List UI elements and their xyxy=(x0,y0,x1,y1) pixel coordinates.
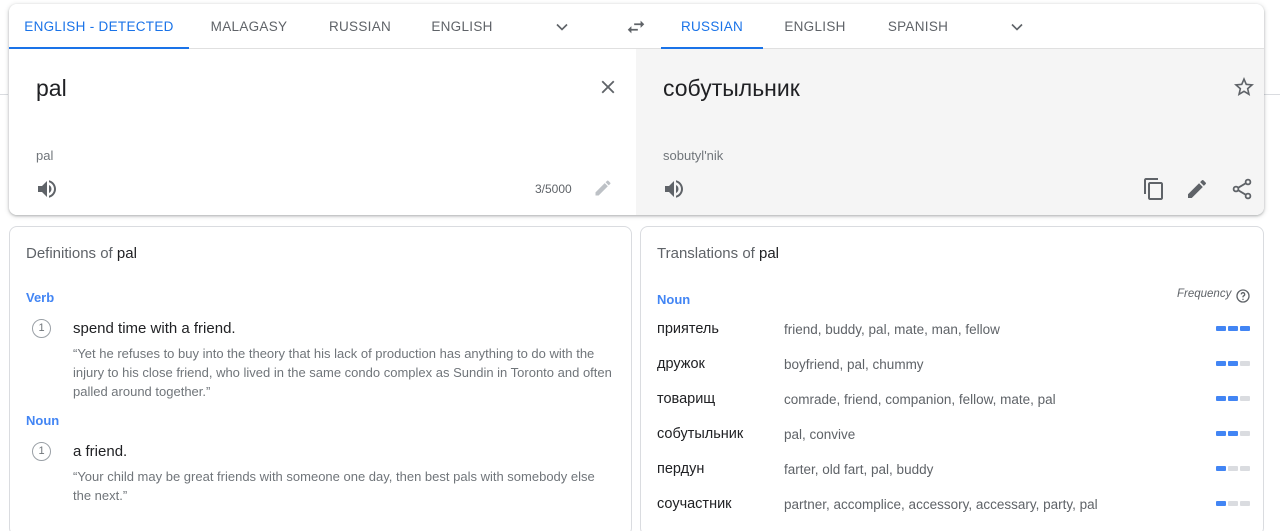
definition-example: “Your child may be great friends with so… xyxy=(73,469,595,503)
pos-label-verb: Verb xyxy=(26,290,55,305)
frequency-bar-segment xyxy=(1240,501,1250,506)
tab-target-russian[interactable]: RUSSIAN xyxy=(661,4,763,49)
chevron-down-icon[interactable] xyxy=(552,17,572,37)
tab-source-malagasy[interactable]: MALAGASY xyxy=(189,4,309,49)
translation-synonyms[interactable]: friend, buddy, pal, mate, man, fellow xyxy=(784,322,1000,337)
frequency-bar-segment xyxy=(1216,396,1226,401)
translation-word[interactable]: приятель xyxy=(657,321,719,337)
source-pane: pal pal 3/5000 xyxy=(9,49,636,215)
pencil-icon[interactable] xyxy=(593,178,613,198)
character-count: 3/5000 xyxy=(535,182,572,196)
frequency-bar-segment xyxy=(1228,326,1238,331)
close-icon[interactable] xyxy=(597,76,619,98)
star-outline-icon[interactable] xyxy=(1232,75,1256,99)
frequency-bar-segment xyxy=(1240,431,1250,436)
translation-row[interactable]: собутыльник pal, convive xyxy=(641,426,1263,461)
translation-synonyms[interactable]: farter, old fart, pal, buddy xyxy=(784,462,933,477)
translation-row[interactable]: товарищ comrade, friend, companion, fello… xyxy=(641,391,1263,426)
definitions-title-prefix: Definitions of xyxy=(26,245,113,262)
chevron-down-icon[interactable] xyxy=(1007,17,1027,37)
tab-target-english[interactable]: ENGLISH xyxy=(765,4,865,49)
target-transliteration: sobutyl'nik xyxy=(663,148,724,163)
translation-row[interactable]: соучастник partner, accomplice, accessory… xyxy=(641,496,1263,531)
tab-source-english[interactable]: ENGLISH xyxy=(412,4,512,49)
translation-card: ENGLISH - DETECTED MALAGASY RUSSIAN ENGL… xyxy=(9,4,1264,215)
volume-icon[interactable] xyxy=(35,177,59,201)
tab-source-english-detected[interactable]: ENGLISH - DETECTED xyxy=(9,4,189,49)
translation-word[interactable]: товарищ xyxy=(657,391,715,407)
swap-horiz-icon[interactable] xyxy=(625,16,647,38)
translations-word: pal xyxy=(759,245,780,262)
frequency-indicator xyxy=(1216,361,1252,367)
translations-title: Translations of pal xyxy=(657,245,779,262)
frequency-bar-segment xyxy=(1228,431,1238,436)
definition-example: “Yet he refuses to buy into the theory t… xyxy=(73,346,612,399)
translation-row[interactable]: пердун farter, old fart, pal, buddy xyxy=(641,461,1263,496)
volume-icon[interactable] xyxy=(662,177,686,201)
definitions-word: pal xyxy=(116,245,137,262)
translated-text: собутыльник xyxy=(663,75,800,101)
translation-synonyms[interactable]: partner, accomplice, accessory, accessar… xyxy=(784,497,1098,512)
translation-word[interactable]: соучастник xyxy=(657,496,732,512)
copy-icon[interactable] xyxy=(1142,177,1166,201)
frequency-bar-segment xyxy=(1216,361,1226,366)
translation-row[interactable]: дружок boyfriend, pal, chummy xyxy=(641,356,1263,391)
frequency-indicator xyxy=(1216,466,1252,472)
pos-label-noun: Noun xyxy=(657,292,691,307)
frequency-label: Frequency xyxy=(1177,288,1232,300)
frequency-bar-segment xyxy=(1240,396,1250,401)
frequency-bar-segment xyxy=(1240,361,1250,366)
frequency-bar-segment xyxy=(1216,431,1226,436)
frequency-indicator xyxy=(1216,326,1252,332)
translation-synonyms[interactable]: pal, convive xyxy=(784,427,855,442)
frequency-bar-segment xyxy=(1216,326,1226,331)
definition-number: 1 xyxy=(32,442,51,461)
definition-number: 1 xyxy=(32,319,51,338)
language-tabs-bar: ENGLISH - DETECTED MALAGASY RUSSIAN ENGL… xyxy=(9,4,1264,49)
definitions-title: Definitions of pal xyxy=(26,245,137,262)
help-circle-icon[interactable] xyxy=(1235,288,1251,304)
frequency-bar-segment xyxy=(1240,326,1250,331)
translations-title-prefix: Translations of xyxy=(657,245,755,262)
tab-source-russian[interactable]: RUSSIAN xyxy=(311,4,409,49)
translation-synonyms[interactable]: comrade, friend, companion, fellow, mate… xyxy=(784,392,1056,407)
target-pane: собутыльник sobutyl'nik xyxy=(636,49,1264,215)
source-transliteration: pal xyxy=(36,148,54,163)
frequency-bar-segment xyxy=(1240,466,1250,471)
translation-word[interactable]: собутыльник xyxy=(657,426,743,442)
pencil-icon[interactable] xyxy=(1185,177,1209,201)
frequency-indicator xyxy=(1216,501,1252,507)
page-divider-left xyxy=(0,94,8,95)
translation-synonyms[interactable]: boyfriend, pal, chummy xyxy=(784,357,924,372)
tab-target-spanish[interactable]: SPANISH xyxy=(867,4,969,49)
definition-gloss: a friend. xyxy=(73,443,128,460)
translation-word[interactable]: пердун xyxy=(657,461,704,477)
source-text-input[interactable]: pal xyxy=(36,75,67,102)
pos-label-noun: Noun xyxy=(26,413,60,428)
frequency-bar-segment xyxy=(1228,396,1238,401)
frequency-bar-segment xyxy=(1228,361,1238,366)
frequency-bar-segment xyxy=(1216,466,1226,471)
frequency-bar-segment xyxy=(1228,501,1238,506)
frequency-indicator xyxy=(1216,396,1252,402)
translation-word[interactable]: дружок xyxy=(657,356,705,372)
definitions-panel: Definitions of pal Verb 1 spend time wit… xyxy=(9,226,632,531)
frequency-indicator xyxy=(1216,431,1252,437)
definition-gloss: spend time with a friend. xyxy=(73,320,236,337)
share-icon[interactable] xyxy=(1230,177,1254,201)
translation-row[interactable]: приятель friend, buddy, pal, mate, man, f… xyxy=(641,321,1263,356)
frequency-bar-segment xyxy=(1228,466,1238,471)
translations-panel: Translations of pal Noun Frequency прият… xyxy=(640,226,1264,531)
frequency-bar-segment xyxy=(1216,501,1226,506)
